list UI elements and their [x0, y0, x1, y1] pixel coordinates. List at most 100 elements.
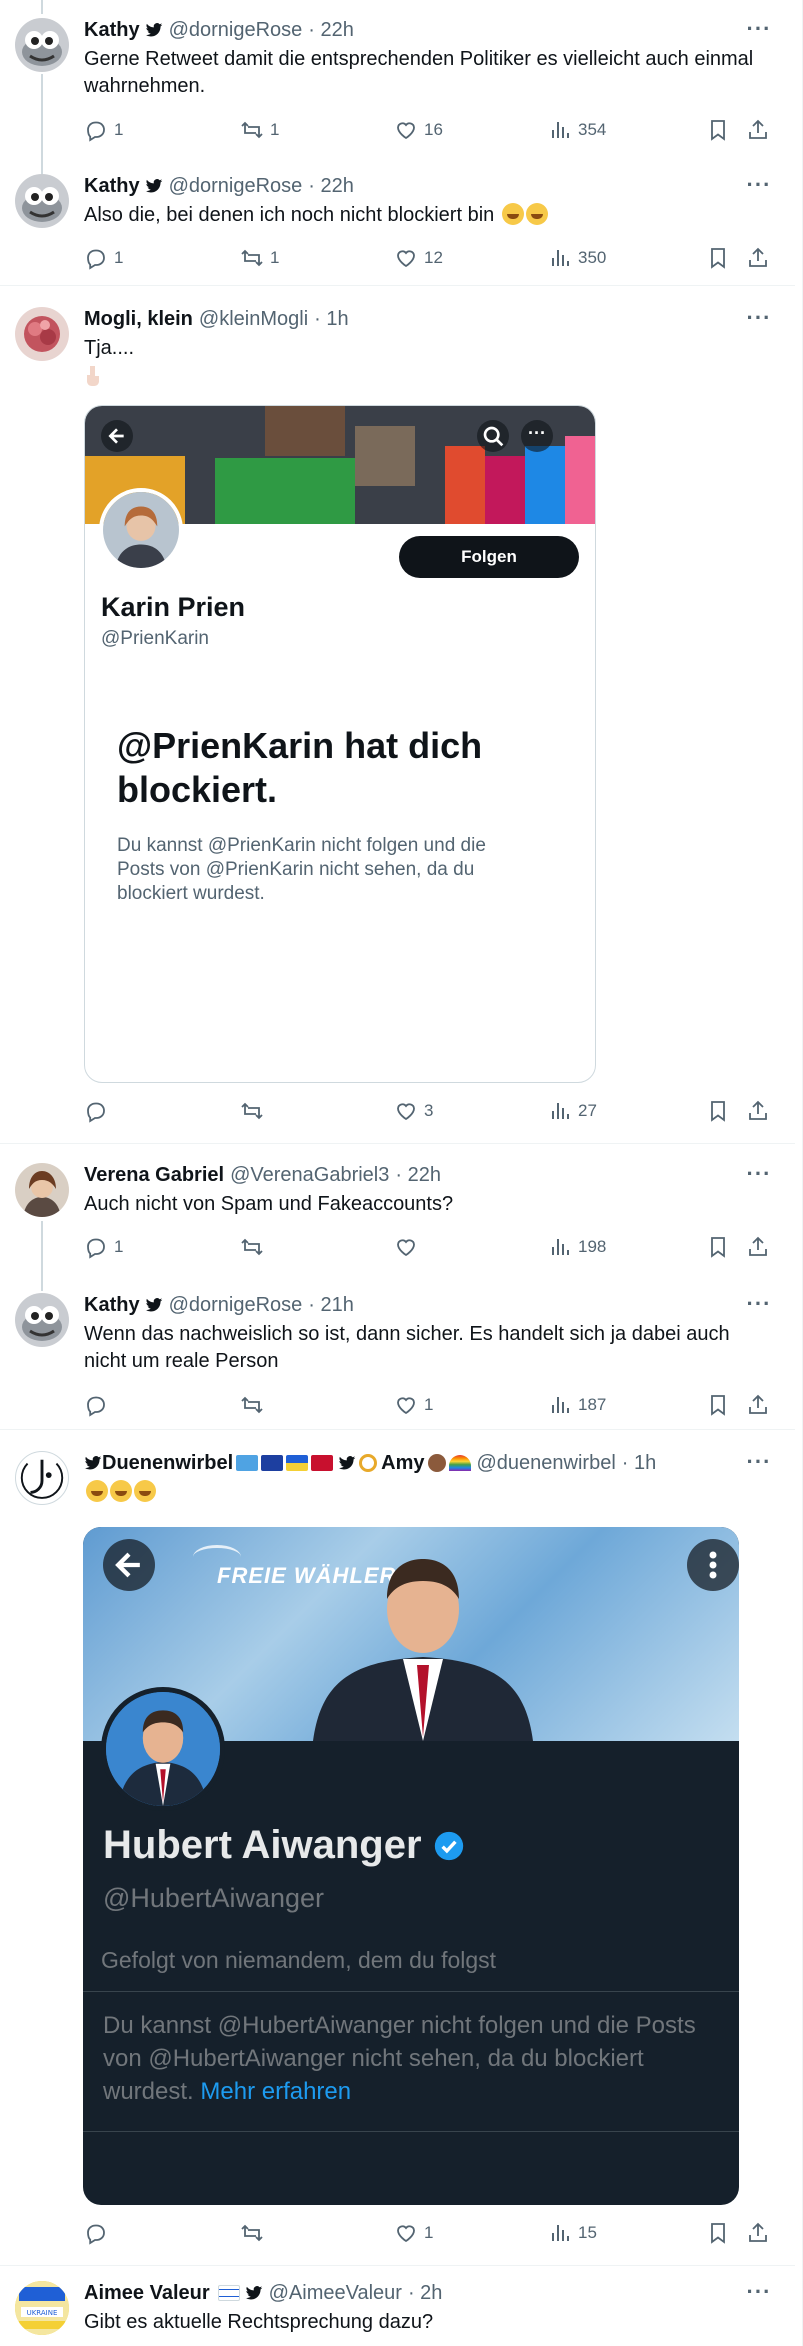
like-icon — [397, 250, 415, 268]
bird-icon — [145, 1298, 162, 1312]
learn-more-link[interactable]: Mehr erfahren — [200, 2078, 351, 2105]
share-button[interactable] — [746, 116, 770, 144]
author-name[interactable]: Kathy — [84, 1293, 140, 1317]
author-handle[interactable]: @duenenwirbel — [477, 1451, 616, 1475]
avatar[interactable] — [15, 1451, 69, 1505]
reply-button[interactable] — [84, 1391, 114, 1419]
post-item[interactable]: Kathy @dornigeRose · 22h ··· Also die, b… — [0, 158, 795, 286]
like-button[interactable]: 16 — [394, 116, 443, 144]
share-button[interactable] — [746, 244, 770, 272]
views-button[interactable]: 354 — [548, 116, 606, 144]
author-handle[interactable]: @dornigeRose — [169, 1293, 303, 1317]
author-name[interactable]: Kathy — [84, 18, 140, 42]
avatar[interactable] — [15, 1293, 69, 1347]
views-button[interactable]: 350 — [548, 244, 606, 272]
bookmark-button[interactable] — [706, 2219, 730, 2247]
author-name[interactable]: Duenenwirbel — [102, 1451, 233, 1475]
repost-button[interactable] — [240, 1233, 270, 1261]
more-icon[interactable]: ··· — [745, 307, 773, 331]
bucket-emoji — [236, 1455, 259, 1471]
more-icon[interactable] — [687, 1539, 739, 1591]
more-icon[interactable]: ··· — [745, 1163, 773, 1187]
more-icon[interactable]: ··· — [745, 174, 773, 198]
author-handle[interactable]: @dornigeRose — [169, 174, 303, 198]
views-count: 354 — [578, 120, 607, 139]
post-time[interactable]: · 1h — [622, 1451, 656, 1475]
follow-button[interactable]: Folgen — [399, 536, 579, 578]
views-count: 350 — [578, 248, 607, 267]
post-time[interactable]: · 21h — [308, 1293, 354, 1317]
author-name[interactable]: Mogli, klein — [84, 307, 193, 331]
author-handle[interactable]: @dornigeRose — [169, 18, 303, 42]
bookmark-button[interactable] — [706, 1391, 730, 1419]
share-button[interactable] — [746, 1233, 770, 1261]
author-name[interactable]: Verena Gabriel — [84, 1163, 224, 1187]
post-time[interactable]: · 2h — [408, 2281, 442, 2305]
post-item[interactable]: Verena Gabriel @VerenaGabriel3 · 22h ···… — [0, 1145, 795, 1291]
repost-button[interactable] — [240, 1391, 270, 1419]
back-button[interactable] — [103, 1539, 155, 1591]
more-icon[interactable]: ··· — [745, 1293, 773, 1317]
back-button[interactable] — [101, 420, 133, 452]
share-button[interactable] — [746, 1391, 770, 1419]
share-icon — [749, 1100, 767, 1120]
post-time[interactable]: · 22h — [308, 18, 354, 42]
more-icon[interactable]: ··· — [745, 1451, 773, 1475]
author-handle[interactable]: @AimeeValeur — [269, 2281, 402, 2305]
like-button[interactable]: 3 — [394, 1097, 433, 1125]
post-time[interactable]: · 22h — [308, 174, 354, 198]
repost-button[interactable] — [240, 2219, 270, 2247]
avatar[interactable] — [15, 1163, 69, 1217]
avatar[interactable] — [15, 174, 69, 228]
views-button[interactable]: 187 — [548, 1391, 606, 1419]
author-name[interactable]: Kathy — [84, 174, 140, 198]
post-item[interactable]: Mogli, klein @kleinMogli · 1h ··· Tja...… — [0, 287, 795, 1144]
author-name[interactable]: Aimee Valeur — [84, 2281, 210, 2305]
share-button[interactable] — [746, 1097, 770, 1125]
bookmark-button[interactable] — [706, 1233, 730, 1261]
like-button[interactable]: 1 — [394, 2219, 433, 2247]
like-button[interactable] — [394, 1233, 424, 1261]
profile-handle: @PrienKarin — [101, 628, 209, 649]
post-text: Wenn das nachweislich so ist, dann siche… — [84, 1323, 730, 1372]
avatar[interactable] — [15, 307, 69, 361]
repost-icon — [241, 121, 263, 139]
reply-button[interactable]: 1 — [84, 1233, 123, 1261]
more-icon[interactable]: ··· — [521, 420, 553, 452]
reply-count: 1 — [114, 248, 124, 267]
views-button[interactable]: 27 — [548, 1097, 597, 1125]
reply-button[interactable]: 1 — [84, 116, 123, 144]
embedded-profile-card[interactable]: FREIE WÄHLER Hubert Aiwanger @HubertAiwa… — [83, 1527, 739, 2205]
repost-button[interactable]: 1 — [240, 244, 279, 272]
avatar[interactable] — [15, 18, 69, 72]
rofl-emoji — [134, 1480, 156, 1502]
post-item[interactable]: Duenenwirbel Amy @duenenwirbel · 1h ··· … — [0, 1431, 795, 2266]
views-button[interactable]: 15 — [548, 2219, 597, 2247]
post-item[interactable]: UKRAINE Aimee Valeur @AimeeValeur · 2h ·… — [0, 2267, 795, 2346]
search-button[interactable] — [477, 420, 509, 452]
post-item[interactable]: Kathy @dornigeRose · 21h ··· Wenn das na… — [0, 1275, 795, 1430]
reply-button[interactable] — [84, 1097, 114, 1125]
author-handle[interactable]: @VerenaGabriel3 — [230, 1163, 389, 1187]
bookmark-button[interactable] — [706, 1097, 730, 1125]
bird-icon — [84, 1456, 102, 1470]
embedded-profile-card[interactable]: ··· Folgen Karin Prien @PrienKarin @Prie… — [84, 405, 596, 1083]
avatar[interactable]: UKRAINE — [15, 2281, 69, 2335]
more-icon[interactable]: ··· — [745, 2281, 773, 2305]
more-icon[interactable]: ··· — [745, 18, 773, 42]
share-button[interactable] — [746, 2219, 770, 2247]
post-time[interactable]: · 1h — [314, 307, 348, 331]
repost-button[interactable] — [240, 1097, 270, 1125]
repost-button[interactable]: 1 — [240, 116, 279, 144]
views-button[interactable]: 198 — [548, 1233, 606, 1261]
post-item[interactable]: Kathy @dornigeRose · 22h ··· Gerne Retwe… — [0, 0, 795, 174]
bookmark-button[interactable] — [706, 116, 730, 144]
like-button[interactable]: 1 — [394, 1391, 433, 1419]
reply-button[interactable] — [84, 2219, 114, 2247]
reply-button[interactable]: 1 — [84, 244, 123, 272]
author-handle[interactable]: @kleinMogli — [199, 307, 308, 331]
profile-avatar — [99, 488, 183, 572]
bookmark-button[interactable] — [706, 244, 730, 272]
like-button[interactable]: 12 — [394, 244, 443, 272]
post-time[interactable]: · 22h — [395, 1163, 441, 1187]
